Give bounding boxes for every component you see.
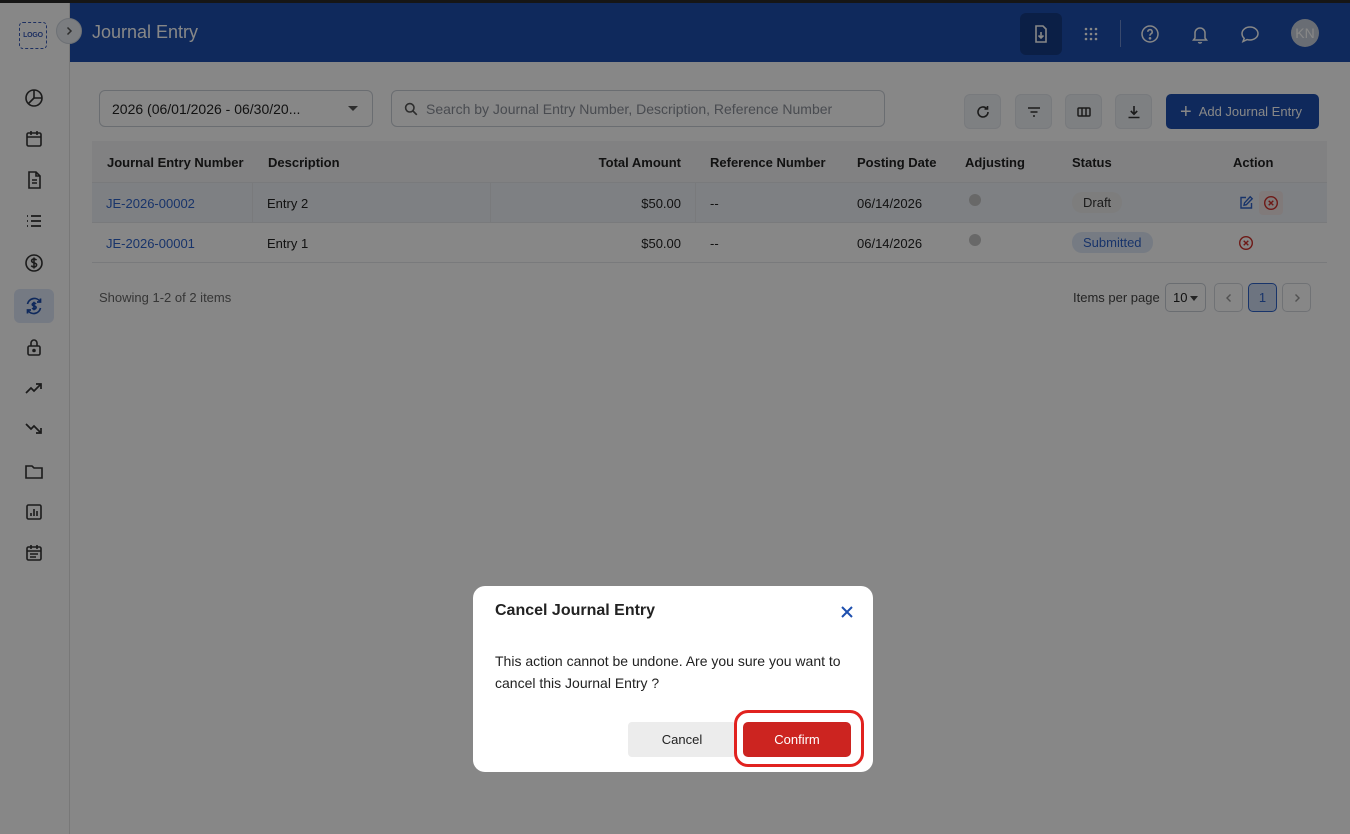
close-icon[interactable] xyxy=(837,602,857,622)
cancel-button[interactable]: Cancel xyxy=(628,722,736,757)
dialog-title: Cancel Journal Entry xyxy=(495,602,656,619)
confirm-button[interactable]: Confirm xyxy=(743,722,851,757)
dialog-message: This action cannot be undone. Are you su… xyxy=(495,653,841,691)
cancel-journal-entry-dialog: Cancel Journal Entry This action cannot … xyxy=(473,586,873,772)
